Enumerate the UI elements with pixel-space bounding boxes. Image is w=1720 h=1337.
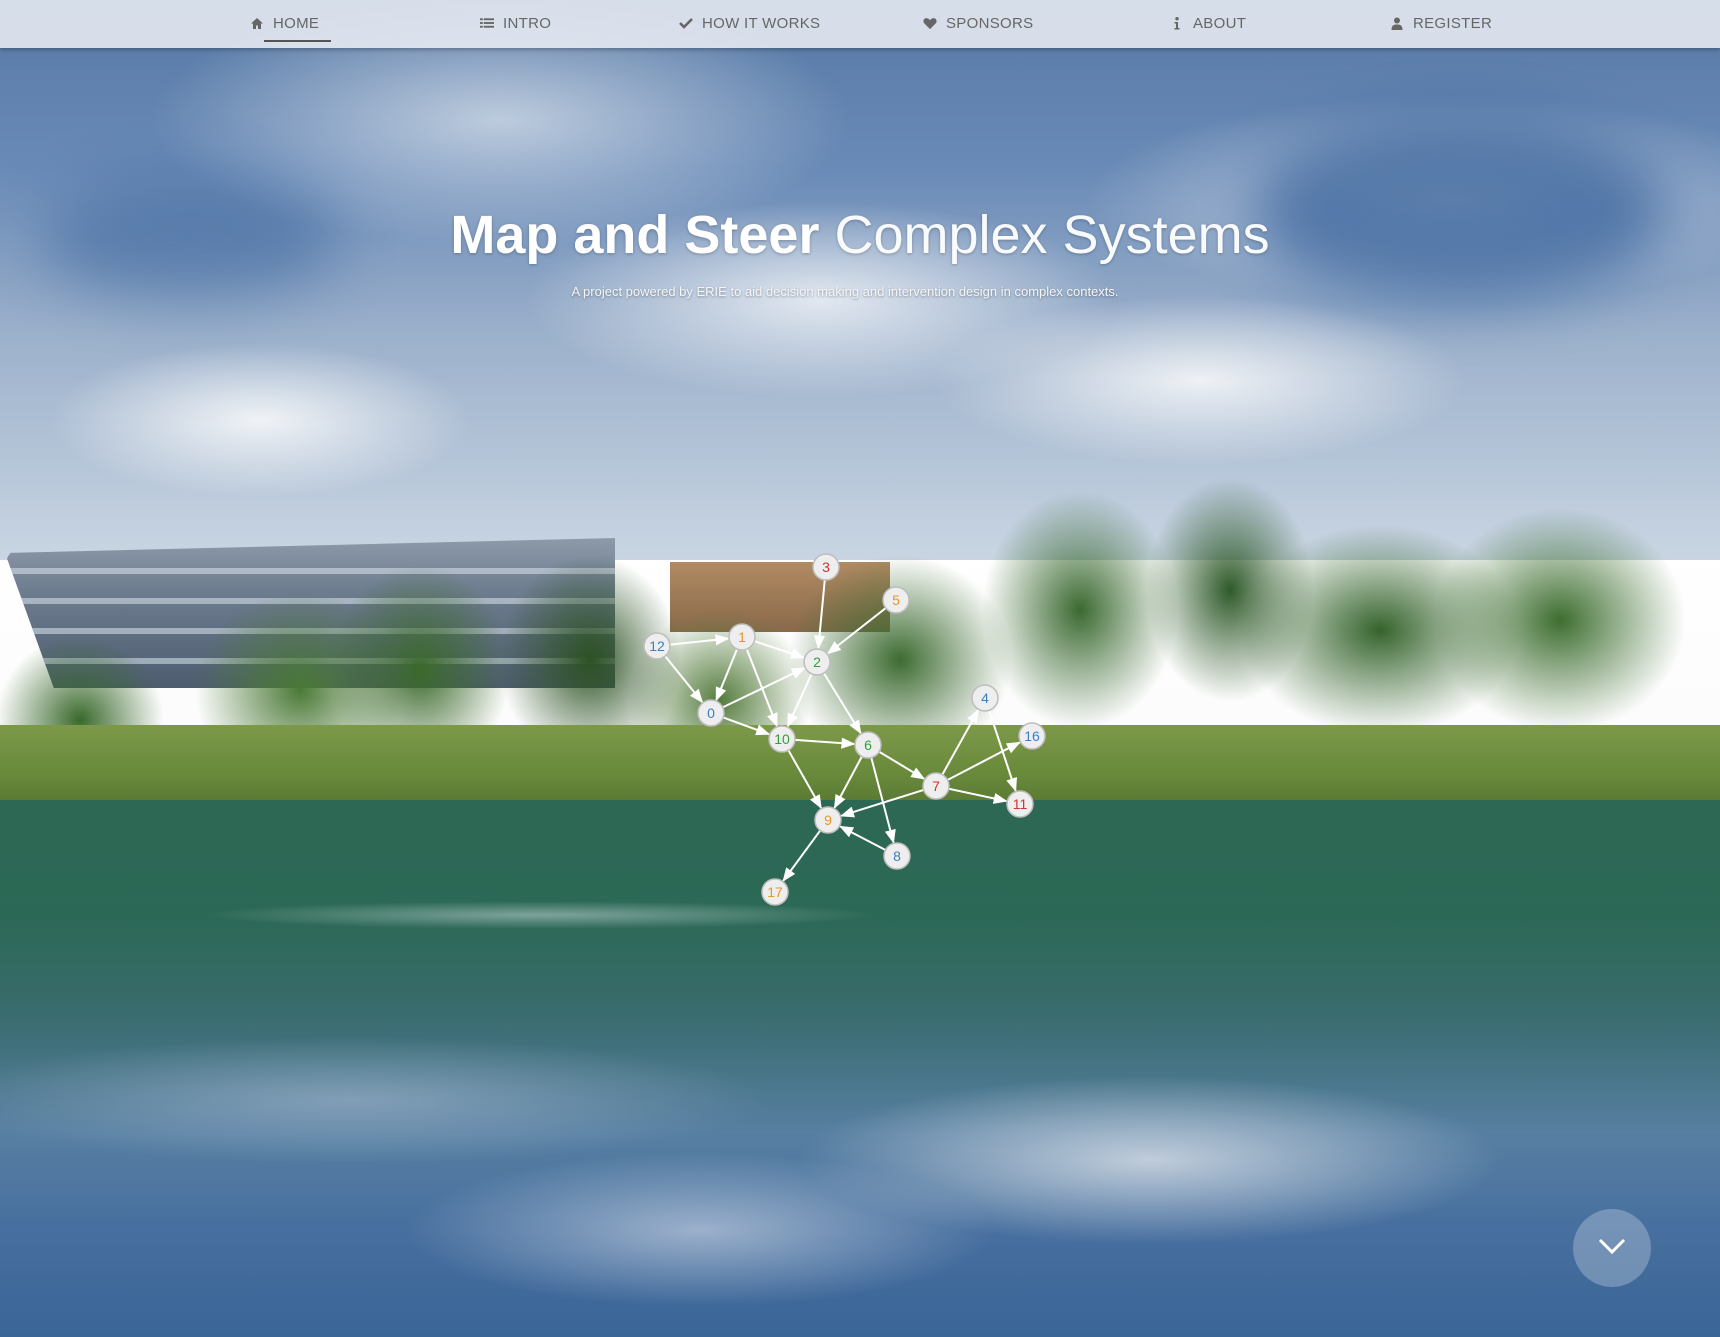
graph-node[interactable]: 6 bbox=[854, 731, 882, 759]
heart-icon bbox=[923, 16, 937, 30]
graph-node[interactable]: 5 bbox=[882, 586, 910, 614]
graph-node-label: 1 bbox=[738, 629, 746, 645]
nav-about[interactable]: ABOUT bbox=[1170, 0, 1246, 46]
graph-node-label: 12 bbox=[649, 638, 665, 654]
graph-edge bbox=[941, 709, 980, 776]
graph-edge bbox=[840, 788, 924, 818]
graph-node-label: 3 bbox=[822, 559, 830, 575]
graph-edge bbox=[878, 750, 926, 780]
graph-edge bbox=[715, 648, 739, 702]
graph-node-label: 10 bbox=[774, 731, 790, 747]
graph-node-label: 5 bbox=[892, 592, 900, 608]
nav-label: REGISTER bbox=[1413, 14, 1493, 32]
nav-label: INTRO bbox=[503, 14, 552, 32]
user-icon bbox=[1390, 16, 1404, 30]
list-icon bbox=[480, 16, 494, 30]
graph-edge bbox=[754, 640, 806, 659]
graph-edge bbox=[787, 749, 822, 810]
graph-node-label: 7 bbox=[932, 778, 940, 794]
graph-node-label: 6 bbox=[864, 737, 872, 753]
nav-intro[interactable]: INTRO bbox=[480, 0, 551, 46]
nav-home[interactable]: HOME bbox=[250, 0, 332, 46]
nav-sponsors[interactable]: SPONSORS bbox=[923, 0, 1033, 46]
graph-node[interactable]: 7 bbox=[922, 772, 950, 800]
home-icon bbox=[250, 16, 264, 30]
check-icon bbox=[679, 16, 693, 30]
graph-node[interactable]: 11 bbox=[1006, 790, 1034, 818]
graph-edge bbox=[722, 667, 806, 709]
graph-edge bbox=[722, 716, 771, 736]
graph-edge bbox=[988, 710, 1017, 793]
graph-node[interactable]: 4 bbox=[971, 684, 999, 712]
graph-node[interactable]: 3 bbox=[812, 553, 840, 581]
nav-label: ABOUT bbox=[1193, 14, 1247, 32]
graph-edge bbox=[826, 607, 887, 655]
graph-node-label: 9 bbox=[824, 812, 832, 828]
graph-node-label: 8 bbox=[893, 848, 901, 864]
network-graph: 01234567891011121617 bbox=[643, 553, 1046, 906]
graph-node[interactable]: 9 bbox=[814, 806, 842, 834]
graph-edge bbox=[782, 829, 822, 882]
graph-edge bbox=[786, 673, 813, 728]
graph-edge bbox=[794, 737, 856, 749]
graph-edge bbox=[664, 655, 704, 704]
graph-node-label: 11 bbox=[1013, 796, 1028, 812]
graph-edge bbox=[822, 672, 862, 735]
graph-node[interactable]: 8 bbox=[883, 842, 911, 870]
scroll-down-button[interactable] bbox=[1573, 1209, 1651, 1287]
graph-node-label: 17 bbox=[767, 884, 783, 900]
graph-node[interactable]: 0 bbox=[697, 699, 725, 727]
graph-edge bbox=[947, 741, 1021, 781]
info-icon bbox=[1170, 16, 1184, 30]
nav-label: HOW IT WORKS bbox=[702, 14, 821, 32]
graph-node[interactable]: 2 bbox=[803, 648, 831, 676]
graph-node-label: 2 bbox=[813, 654, 821, 670]
graph-edge bbox=[839, 825, 886, 851]
top-navbar: HOME INTRO HOW IT WORKS SPONSORS ABOUT R… bbox=[0, 0, 1720, 48]
graph-edge bbox=[813, 579, 826, 650]
nav-how-it-works[interactable]: HOW IT WORKS bbox=[679, 0, 820, 46]
graph-edge bbox=[669, 634, 730, 646]
graph-node[interactable]: 16 bbox=[1018, 722, 1046, 750]
nav-register[interactable]: REGISTER bbox=[1390, 0, 1492, 46]
graph-node[interactable]: 12 bbox=[643, 632, 671, 660]
chevron-down-icon bbox=[1597, 1237, 1627, 1260]
graph-edge bbox=[948, 787, 1008, 804]
graph-node-label: 16 bbox=[1024, 728, 1040, 744]
nav-label: SPONSORS bbox=[946, 14, 1034, 32]
nav-label: HOME bbox=[273, 14, 320, 32]
graph-node[interactable]: 10 bbox=[768, 725, 796, 753]
graph-node[interactable]: 1 bbox=[728, 623, 756, 651]
graph-node-label: 0 bbox=[707, 705, 715, 721]
graph-node[interactable]: 17 bbox=[761, 878, 789, 906]
graph-node-label: 4 bbox=[981, 690, 989, 706]
graph-edge bbox=[833, 755, 863, 809]
